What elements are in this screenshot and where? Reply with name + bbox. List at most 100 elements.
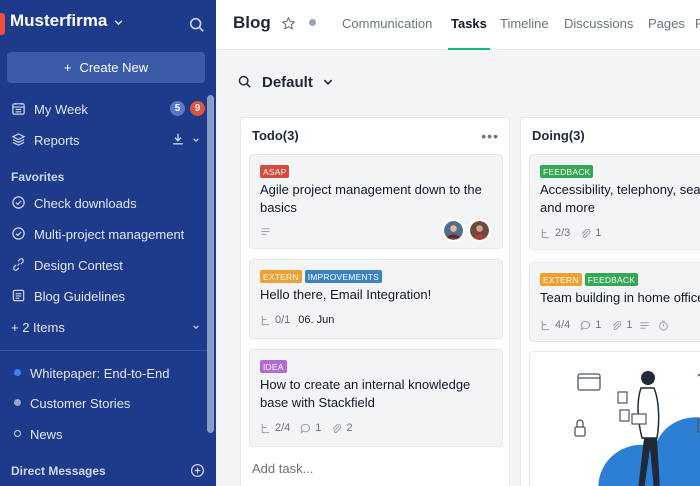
search-icon[interactable] — [188, 16, 206, 34]
view-selector[interactable]: Default — [262, 74, 313, 91]
column-doing: Doing(3) FEEDBACK Accessibility, telepho… — [520, 117, 700, 486]
subtask-count: 2/3 — [555, 227, 571, 239]
tab-communication[interactable]: Communication — [342, 16, 432, 31]
tab-discussions[interactable]: Discussions — [564, 16, 633, 31]
chevron-down-icon — [193, 325, 199, 330]
comment-count: 1 — [595, 319, 602, 331]
comment-icon — [580, 320, 591, 331]
tag-idea: IDEA — [260, 360, 287, 373]
column-title: Todo(3) — [252, 128, 299, 143]
sidebar-item-reports[interactable]: Reports — [0, 127, 210, 153]
count-badge: 5 — [170, 101, 185, 116]
task-card[interactable]: IDEA How to create an internal knowledge… — [249, 349, 503, 447]
chevron-down-icon[interactable] — [113, 17, 124, 28]
project-dot — [14, 430, 21, 437]
page-title: Blog — [233, 13, 271, 32]
sidebar-more-items[interactable]: + 2 Items — [0, 314, 210, 340]
illustration-image — [574, 371, 700, 486]
create-new-button[interactable]: + Create New — [7, 52, 205, 83]
sidebar-item-label: Design Contest — [34, 257, 123, 273]
tab-pages[interactable]: Pages — [648, 16, 685, 31]
task-meta: 2/4 1 2 — [260, 422, 353, 434]
more-icon[interactable]: ••• — [481, 128, 499, 144]
column-title: Doing(3) — [532, 128, 585, 143]
status-dot — [309, 19, 316, 26]
avatar[interactable] — [442, 219, 465, 242]
subtask-count: 2/4 — [275, 422, 291, 434]
workspace-logo — [0, 13, 5, 35]
tab-overflow[interactable]: F — [695, 16, 700, 31]
task-meta: 4/4 1 1 — [540, 319, 669, 331]
cover-illustration — [529, 351, 700, 486]
star-icon[interactable] — [281, 16, 296, 31]
task-title: Agile project management down to the bas… — [260, 182, 482, 215]
tag-feedback: FEEDBACK — [584, 273, 639, 286]
subtask-count: 0/1 — [275, 314, 291, 326]
active-tab-indicator — [448, 48, 490, 50]
project-dot — [14, 369, 21, 376]
add-task-input[interactable]: Add task... — [252, 461, 313, 476]
subtask-icon — [541, 228, 550, 238]
subtask-icon — [261, 315, 270, 325]
sidebar-item-label: Blog Guidelines — [34, 288, 126, 304]
check-circle-icon — [12, 196, 25, 209]
sidebar-item-multi-project[interactable]: Multi-project management — [0, 221, 210, 247]
chevron-down-icon[interactable] — [322, 76, 334, 88]
paperclip-icon — [581, 228, 591, 238]
sidebar-divider — [0, 350, 208, 351]
direct-messages-title[interactable]: Direct Messages — [11, 464, 106, 478]
subtask-count: 4/4 — [555, 319, 571, 331]
attachment-count: 2 — [346, 422, 353, 434]
sidebar-item-label: Whitepaper: End-to-End — [30, 365, 170, 381]
project-dot — [14, 399, 21, 406]
sidebar-item-my-week[interactable]: My Week 5 9 — [0, 96, 210, 122]
sidebar-project-news[interactable]: News — [0, 421, 210, 447]
task-card[interactable]: FEEDBACK Accessibility, telephony, searc… — [529, 154, 700, 250]
task-title: How to create an internal knowledge base… — [260, 377, 471, 410]
download-icon[interactable] — [171, 132, 185, 146]
paperclip-icon — [613, 320, 622, 330]
task-title: Accessibility, telephony, search engines… — [540, 182, 700, 215]
task-card[interactable]: EXTERN IMPROVEMENTS Hello there, Email I… — [249, 259, 503, 339]
more-items-label: + 2 Items — [11, 319, 65, 335]
due-date: 06. Jun — [298, 314, 335, 326]
tag-feedback: FEEDBACK — [540, 165, 594, 178]
avatar[interactable] — [468, 219, 491, 242]
sidebar-item-label: Reports — [34, 132, 80, 148]
tag-improvements: IMPROVEMENTS — [304, 270, 383, 283]
subtask-icon — [541, 320, 550, 330]
sidebar-scrollbar[interactable] — [207, 95, 214, 433]
attachment-count: 1 — [595, 227, 602, 239]
sidebar-item-label: Check downloads — [34, 195, 137, 211]
sidebar-item-label: Customer Stories — [30, 395, 131, 411]
add-circle-icon[interactable] — [190, 463, 205, 478]
sidebar-project-whitepaper[interactable]: Whitepaper: End-to-End — [0, 360, 210, 386]
task-card[interactable]: ASAP Agile project management down to th… — [249, 154, 503, 249]
favorites-title[interactable]: Favorites — [11, 170, 64, 184]
tag-extern: EXTERN — [260, 270, 302, 283]
sidebar: Musterfirma + Create New My Week 5 9 Rep… — [0, 0, 216, 486]
layers-icon — [11, 133, 26, 146]
tag-asap: ASAP — [260, 165, 290, 178]
subtask-icon — [261, 423, 270, 433]
task-title: Hello there, Email Integration! — [260, 287, 432, 302]
tab-timeline[interactable]: Timeline — [500, 16, 549, 31]
workspace-name[interactable]: Musterfirma — [10, 11, 107, 31]
plus-icon: + — [63, 60, 72, 75]
task-meta: 2/3 1 — [540, 227, 601, 239]
sidebar-item-label: Multi-project management — [34, 226, 185, 242]
sidebar-item-design-contest[interactable]: Design Contest — [0, 252, 210, 278]
chevron-down-icon[interactable] — [192, 136, 200, 144]
project-header: Blog Communication Tasks Timeline Discus… — [216, 0, 700, 50]
sidebar-item-label: News — [30, 426, 63, 442]
tab-tasks[interactable]: Tasks — [451, 16, 487, 31]
count-badge-alert: 9 — [190, 101, 205, 116]
timer-icon — [658, 320, 668, 331]
search-icon[interactable] — [238, 75, 252, 89]
sidebar-project-customer-stories[interactable]: Customer Stories — [0, 390, 210, 416]
link-icon — [13, 258, 24, 271]
task-card[interactable]: EXTERN FEEDBACK Team building in home of… — [529, 262, 700, 342]
sidebar-item-check-downloads[interactable]: Check downloads — [0, 190, 210, 216]
sidebar-item-blog-guidelines[interactable]: Blog Guidelines — [0, 283, 210, 309]
description-icon — [261, 228, 270, 235]
